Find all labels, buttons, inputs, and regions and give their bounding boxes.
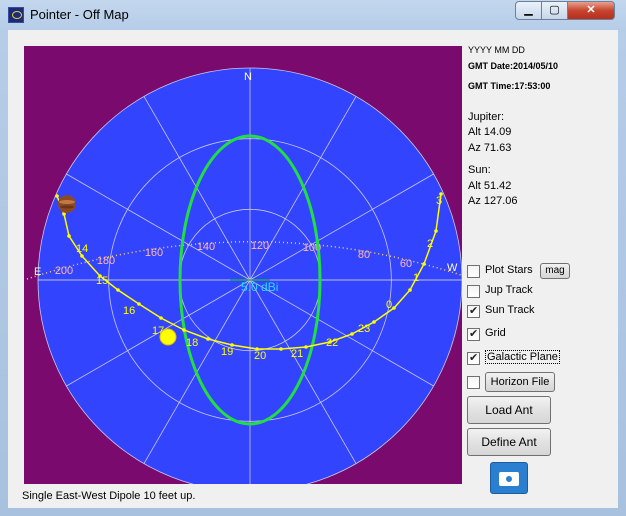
jupiter-marker <box>58 195 76 213</box>
sun-track-dot <box>55 194 59 198</box>
sun-track-dot <box>67 234 71 238</box>
sun-alt: Alt 51.42 <box>468 180 512 192</box>
sun-marker <box>159 328 177 346</box>
maximize-button[interactable]: ▢ <box>541 1 568 20</box>
gain-label: 5.0 dBi <box>241 280 278 294</box>
south-label: S <box>246 483 253 484</box>
horizon-file-button[interactable]: Horizon File <box>485 372 555 392</box>
grid-label[interactable]: Grid <box>485 327 506 339</box>
plot-stars-label[interactable]: Plot Stars <box>485 264 533 276</box>
app-icon[interactable] <box>8 7 24 23</box>
sun-track-dot <box>434 229 438 233</box>
sun-hour-label: 2 <box>427 238 433 250</box>
gmt-date: GMT Date:2014/05/10 <box>468 61 559 71</box>
mag-button[interactable]: mag <box>540 263 570 279</box>
sun-az: Az 127.06 <box>468 195 518 207</box>
load-ant-button[interactable]: Load Ant <box>467 396 551 424</box>
jupiter-label: Jupiter: <box>468 111 505 123</box>
east-label: E <box>34 266 41 278</box>
sun-track-dot <box>159 316 163 320</box>
sun-hour-label: 16 <box>123 305 135 317</box>
sun-label: Sun: <box>468 164 491 176</box>
sun-track-dot <box>350 332 354 336</box>
window-title: Pointer - Off Map <box>30 7 129 22</box>
sun-hour-label: 1 <box>413 272 419 284</box>
grid-checkbox[interactable] <box>467 327 480 341</box>
status-text: Single East-West Dipole 10 feet up. <box>22 490 196 502</box>
sun-track-dot <box>304 345 308 349</box>
galactic-plane-label[interactable]: Galactic Plane <box>485 350 560 364</box>
sun-track-dot <box>279 347 283 351</box>
galactic-tick-label: 180 <box>97 255 115 267</box>
north-label: N <box>244 71 252 83</box>
sun-hour-label: 22 <box>326 337 338 349</box>
sun-hour-label: 0 <box>386 299 392 311</box>
jup-track-checkbox[interactable] <box>467 285 480 298</box>
title-bar[interactable]: Pointer - Off Map ▁ ▢ ✕ <box>0 0 626 30</box>
galactic-tick-label: 200 <box>55 265 73 277</box>
jup-track-label[interactable]: Jup Track <box>485 284 533 296</box>
date-format-header: YYYY MM DD <box>468 45 525 55</box>
app-window: Pointer - Off Map ▁ ▢ ✕ 200 180 160 140 120 1… <box>0 0 626 516</box>
horizon-file-checkbox[interactable] <box>467 376 480 389</box>
close-button[interactable]: ✕ <box>567 1 615 20</box>
sun-hour-label: 15 <box>96 275 108 287</box>
sun-hour-label: 14 <box>76 243 88 255</box>
jupiter-az: Az 71.63 <box>468 142 512 154</box>
minimize-button[interactable]: ▁ <box>515 1 542 20</box>
sky-map[interactable]: 200180160 140 120 1008060 32102322212019181… <box>24 46 462 484</box>
galactic-tick-label: 80 <box>358 249 370 261</box>
sun-hour-label: 21 <box>291 348 303 360</box>
west-label: W <box>447 262 458 274</box>
sun-track-dot <box>116 288 120 292</box>
define-ant-button[interactable]: Define Ant <box>467 428 551 456</box>
galactic-tick-label: 140 <box>197 241 215 253</box>
galactic-tick-label: 60 <box>400 258 412 270</box>
sun-track-dot <box>206 337 210 341</box>
sun-hour-label: 23 <box>358 323 370 335</box>
sun-track-dot <box>372 320 376 324</box>
galactic-plane-checkbox[interactable] <box>467 351 480 365</box>
sun-hour-label: 19 <box>221 346 233 358</box>
sun-hour-label: 18 <box>186 337 198 349</box>
galactic-tick-label: 160 <box>145 247 163 259</box>
jupiter-alt: Alt 14.09 <box>468 126 512 138</box>
plot-stars-checkbox[interactable] <box>467 265 480 278</box>
sun-hour-label: 20 <box>254 350 266 362</box>
sun-track-dot <box>422 262 426 266</box>
sun-track-checkbox[interactable] <box>467 304 480 318</box>
galactic-tick-label: 120 <box>251 240 269 252</box>
sun-track-dot <box>182 328 186 332</box>
client-area: 200 180 160 140 120 100 80 60 3 2 1 0 23 22 21 20 19 18 1… <box>8 30 618 508</box>
camera-button[interactable] <box>490 462 528 494</box>
sun-track-dot <box>408 288 412 292</box>
gmt-time: GMT Time:17:53:00 <box>468 81 551 91</box>
sun-hour-label: 3 <box>436 195 442 207</box>
sun-track-dot <box>137 302 141 306</box>
sun-track-label[interactable]: Sun Track <box>485 304 535 316</box>
sun-track-dot <box>392 306 396 310</box>
